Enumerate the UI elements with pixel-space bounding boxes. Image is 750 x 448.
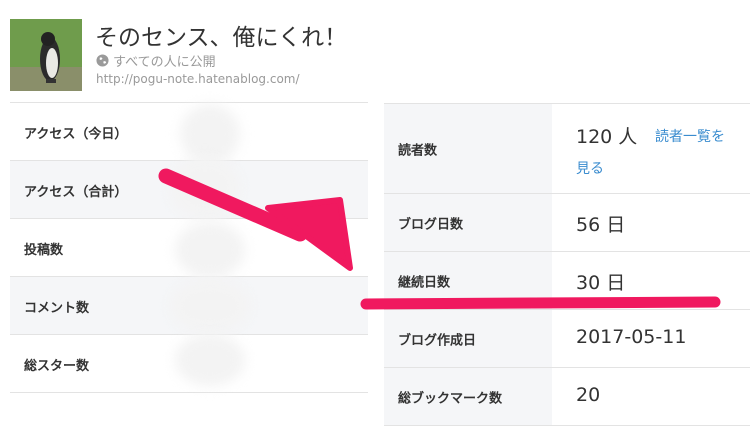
blog-thumbnail[interactable] (10, 19, 82, 91)
reader-list-link[interactable]: 読者一覧を (655, 126, 725, 146)
blog-days-value: 56 日 (576, 214, 626, 236)
redaction-blur (175, 334, 245, 386)
stat-label: 総ブックマーク数 (398, 391, 503, 406)
stat-label: 読者数 (398, 143, 438, 158)
redaction-blur (170, 158, 240, 218)
stat-label: ブログ作成日 (398, 333, 477, 348)
redaction-blur (170, 280, 250, 332)
redaction-blur (180, 104, 240, 164)
created-date-value: 2017-05-11 (576, 326, 687, 348)
stat-row-created: ブログ作成日 2017-05-11 (384, 310, 750, 368)
stat-label: アクセス（合計） (24, 185, 128, 200)
stat-label: 継続日数 (398, 275, 451, 290)
penguin-icon (10, 19, 82, 91)
visibility-status: すべての人に公開 (96, 51, 216, 70)
stat-label: コメント数 (24, 301, 90, 316)
readers-count: 120 人 (576, 126, 638, 148)
visibility-label: すべての人に公開 (113, 55, 216, 70)
stat-row-bookmarks: 総ブックマーク数 20 (384, 368, 750, 426)
stat-row-blog-days: ブログ日数 56 日 (384, 194, 750, 252)
blog-url[interactable]: http://pogu-note.hatenablog.com/ (96, 72, 300, 86)
bookmarks-value: 20 (576, 384, 601, 406)
stat-label: ブログ日数 (398, 217, 464, 232)
right-stats-table: 読者数 120 人 読者一覧を 見る ブログ日数 56 日 継続日数 30 日 ブログ… (384, 103, 750, 426)
stat-row-readers: 読者数 120 人 読者一覧を 見る (384, 104, 750, 194)
stat-label: 総スター数 (24, 359, 90, 374)
reader-list-link-cont[interactable]: 見る (576, 158, 604, 178)
stat-label: アクセス（今日） (24, 127, 128, 142)
streak-days-value: 30 日 (576, 272, 626, 294)
stat-row-streak-days: 継続日数 30 日 (384, 252, 750, 310)
redaction-blur (175, 222, 245, 278)
blog-title[interactable]: そのセンス、俺にくれ！ (95, 18, 347, 52)
stat-label: 投稿数 (24, 243, 64, 258)
globe-icon (96, 54, 109, 67)
